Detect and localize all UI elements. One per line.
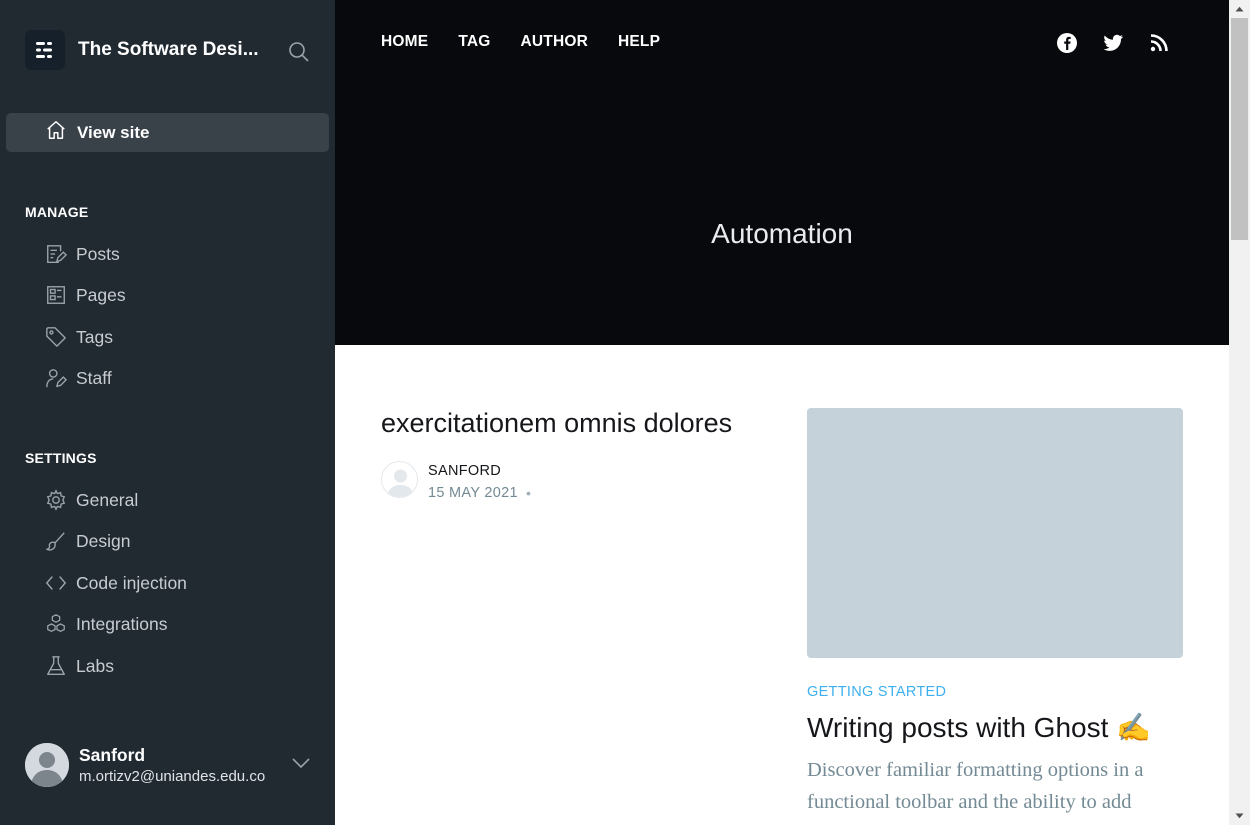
pages-icon: [45, 284, 67, 306]
site-header: HOME TAG AUTHOR HELP Automation: [335, 0, 1229, 345]
code-icon: [45, 572, 67, 594]
facebook-icon[interactable]: [1056, 32, 1078, 54]
sidebar-item-label: Tags: [76, 326, 113, 347]
sidebar-item-integrations[interactable]: Integrations: [45, 609, 167, 639]
sidebar-item-label: Pages: [76, 284, 126, 305]
sidebar-item-label: Design: [76, 530, 131, 551]
sidebar-item-code-injection[interactable]: Code injection: [45, 568, 187, 598]
posts-icon: [45, 243, 67, 265]
site-preview: HOME TAG AUTHOR HELP Automation exercita…: [335, 0, 1229, 825]
sidebar-item-tags[interactable]: Tags: [45, 322, 113, 352]
user-email: m.ortizv2@uniandes.edu.co: [79, 768, 266, 785]
staff-icon: [45, 367, 67, 389]
author-name[interactable]: SANFORD: [428, 463, 501, 479]
nav-author[interactable]: AUTHOR: [520, 33, 588, 51]
flask-icon: [45, 655, 67, 677]
rss-icon[interactable]: [1148, 32, 1170, 54]
vertical-scrollbar[interactable]: [1229, 0, 1250, 825]
sidebar-item-staff[interactable]: Staff: [45, 363, 112, 393]
brush-icon: [45, 530, 67, 552]
view-site-label: View site: [77, 122, 150, 142]
nav-tag[interactable]: TAG: [458, 33, 490, 51]
home-icon: [45, 119, 67, 146]
gear-icon: [45, 489, 67, 511]
scroll-up-arrow-icon[interactable]: [1229, 0, 1250, 18]
search-icon[interactable]: [287, 40, 311, 64]
sidebar-item-labs[interactable]: Labs: [45, 651, 114, 681]
site-nav: HOME TAG AUTHOR HELP: [381, 33, 690, 51]
integrations-icon: [45, 613, 67, 635]
post-card-tag[interactable]: GETTING STARTED: [807, 684, 946, 700]
post-title[interactable]: exercitationem omnis dolores: [381, 408, 732, 439]
scrollbar-thumb[interactable]: [1231, 18, 1248, 240]
chevron-down-icon[interactable]: [291, 756, 311, 775]
nav-help[interactable]: HELP: [618, 33, 660, 51]
post-card-title[interactable]: Writing posts with Ghost ✍️: [807, 711, 1151, 744]
avatar: [25, 743, 69, 787]
post-card-image[interactable]: [807, 408, 1183, 658]
sidebar-item-label: Code injection: [76, 572, 187, 593]
meta-separator: •: [526, 485, 531, 501]
tag-icon: [45, 326, 67, 348]
scroll-down-arrow-icon[interactable]: [1229, 807, 1250, 825]
view-site-button[interactable]: View site: [6, 113, 329, 152]
manage-heading: MANAGE: [25, 204, 89, 220]
post-date: 15 MAY 2021: [428, 485, 518, 501]
admin-sidebar: The Software Desi... View site MANAGE Po…: [0, 0, 335, 825]
sidebar-item-label: Staff: [76, 367, 112, 388]
brand[interactable]: The Software Desi...: [25, 30, 268, 70]
post-card-excerpt: Discover familiar formatting options in …: [807, 759, 1144, 813]
user-menu[interactable]: Sanford m.ortizv2@uniandes.edu.co: [25, 742, 315, 788]
ghost-logo-icon: [25, 30, 65, 70]
nav-home[interactable]: HOME: [381, 33, 428, 51]
site-title: The Software Desi...: [78, 39, 259, 60]
settings-heading: SETTINGS: [25, 450, 97, 466]
sidebar-item-posts[interactable]: Posts: [45, 239, 120, 269]
author-avatar[interactable]: [381, 461, 418, 498]
tag-title: Automation: [711, 218, 853, 249]
twitter-icon[interactable]: [1102, 32, 1124, 54]
sidebar-item-label: General: [76, 489, 139, 510]
sidebar-item-label: Posts: [76, 243, 120, 264]
sidebar-item-design[interactable]: Design: [45, 526, 130, 556]
sidebar-item-label: Integrations: [76, 613, 168, 634]
user-name: Sanford: [79, 745, 146, 765]
sidebar-item-pages[interactable]: Pages: [45, 280, 126, 310]
sidebar-item-label: Labs: [76, 655, 114, 676]
sidebar-item-general[interactable]: General: [45, 485, 138, 515]
